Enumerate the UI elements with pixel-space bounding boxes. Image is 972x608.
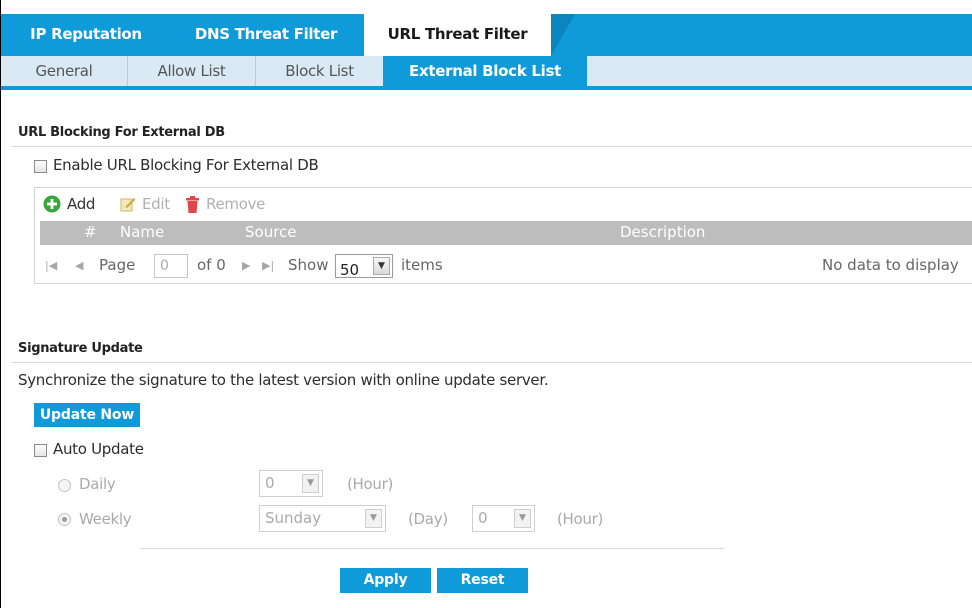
add-button[interactable]: Add	[43, 195, 95, 213]
page-label: Page	[99, 256, 136, 274]
signature-update-section-title: Signature Update	[18, 341, 143, 356]
weekly-hour-unit: (Hour)	[557, 510, 604, 528]
subtab-general[interactable]: General	[1, 56, 128, 86]
section-divider	[11, 146, 972, 147]
daily-label: Daily	[79, 475, 116, 493]
remove-button[interactable]: Remove	[185, 195, 265, 213]
page-number-input[interactable]: 0	[154, 254, 188, 278]
edit-label: Edit	[142, 195, 170, 213]
first-page-icon[interactable]: |◀	[45, 259, 57, 272]
chevron-down-icon[interactable]: ▼	[302, 474, 319, 493]
content-frame: IP Reputation DNS Threat Filter URL Thre…	[0, 0, 972, 608]
subtab-external-block-list[interactable]: External Block List	[383, 56, 587, 86]
tab-dns-threat-filter[interactable]: DNS Threat Filter	[171, 14, 361, 56]
weekly-radio[interactable]	[58, 513, 71, 526]
auto-update-checkbox[interactable]	[34, 444, 47, 457]
auto-update-label[interactable]: Auto Update	[53, 440, 144, 458]
add-label: Add	[67, 195, 96, 213]
signature-update-description: Synchronize the signature to the latest …	[18, 371, 549, 389]
weekly-day-value: Sunday	[265, 509, 322, 527]
edit-button[interactable]: Edit	[120, 195, 170, 213]
top-tab-bar: IP Reputation DNS Threat Filter URL Thre…	[1, 14, 972, 56]
weekly-hour-value: 0	[478, 509, 488, 527]
section-divider	[11, 362, 972, 363]
next-page-icon[interactable]: ▶	[242, 259, 250, 272]
subtab-block-list[interactable]: Block List	[256, 56, 383, 86]
weekly-hour-select[interactable]: 0 ▼	[472, 505, 535, 532]
daily-radio[interactable]	[58, 479, 71, 492]
column-header-name[interactable]: Name	[120, 223, 164, 241]
enable-url-blocking-checkbox[interactable]	[34, 160, 47, 173]
weekly-day-unit: (Day)	[408, 510, 448, 528]
prev-page-icon[interactable]: ◀	[75, 259, 83, 272]
empty-table-message: No data to display	[822, 256, 959, 274]
add-icon	[43, 195, 61, 213]
column-header-description[interactable]: Description	[620, 223, 705, 241]
daily-hour-value: 0	[265, 474, 275, 492]
apply-button[interactable]: Apply	[340, 568, 431, 593]
page-size-value: 50	[340, 261, 360, 279]
tab-edge-decoration	[551, 14, 575, 56]
weekly-label: Weekly	[79, 510, 132, 528]
url-blocking-section-title: URL Blocking For External DB	[18, 125, 225, 140]
daily-hour-unit: (Hour)	[347, 475, 394, 493]
chevron-down-icon[interactable]: ▼	[514, 509, 531, 528]
tab-url-threat-filter[interactable]: URL Threat Filter	[364, 14, 551, 56]
sub-tab-bar: General Allow List Block List External B…	[1, 56, 972, 90]
table-header: # Name Source Description	[40, 221, 972, 245]
show-label: Show	[288, 256, 329, 274]
chevron-down-icon[interactable]: ▼	[365, 509, 382, 528]
column-header-number[interactable]: #	[84, 223, 97, 241]
actions-divider	[140, 548, 725, 549]
update-now-button[interactable]: Update Now	[34, 403, 140, 427]
remove-label: Remove	[206, 195, 266, 213]
table-pager: |◀ ◀ Page 0 of 0 ▶ ▶| Show 50 ▼ items No…	[40, 252, 972, 279]
reset-button[interactable]: Reset	[437, 568, 528, 593]
subtab-allow-list[interactable]: Allow List	[128, 56, 256, 86]
tab-ip-reputation[interactable]: IP Reputation	[1, 14, 171, 56]
items-label: items	[401, 256, 443, 274]
last-page-icon[interactable]: ▶|	[262, 259, 274, 272]
external-db-table-panel: Add Edit Remove # Name Source Descriptio…	[34, 187, 972, 284]
column-header-source[interactable]: Source	[245, 223, 297, 241]
page-size-select[interactable]: 50 ▼	[335, 254, 393, 279]
edit-icon	[120, 198, 136, 212]
enable-url-blocking-label[interactable]: Enable URL Blocking For External DB	[53, 156, 319, 174]
page-count-label: of 0	[197, 256, 226, 274]
weekly-day-select[interactable]: Sunday ▼	[259, 505, 386, 532]
trash-icon	[186, 195, 199, 213]
chevron-down-icon[interactable]: ▼	[373, 257, 390, 275]
daily-hour-select[interactable]: 0 ▼	[259, 470, 323, 497]
